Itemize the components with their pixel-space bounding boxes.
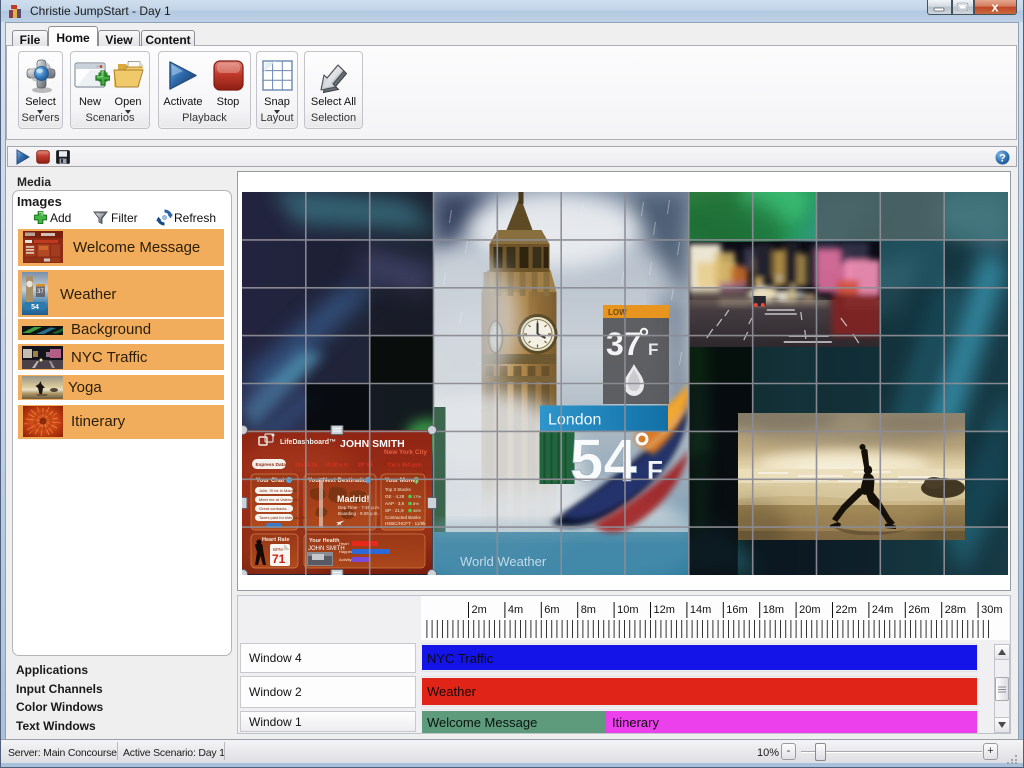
svg-text:Activity: Activity	[339, 557, 352, 562]
svg-text:SP · 21,9: SP · 21,9	[385, 508, 404, 513]
svg-text:09:00 a.m.: 09:00 a.m.	[325, 463, 350, 469]
svg-text:71: 71	[272, 552, 286, 566]
svg-text:46%: 46%	[413, 508, 421, 513]
svg-text:F: F	[648, 340, 658, 359]
svg-text:18m: 18m	[763, 604, 784, 616]
svg-text:Heart Rate: Heart Rate	[262, 537, 290, 543]
svg-text:12m: 12m	[654, 604, 675, 616]
svg-text:30m: 30m	[981, 604, 1002, 616]
svg-text:Itinerary: Itinerary	[612, 715, 659, 730]
svg-text:2m: 2m	[472, 604, 487, 616]
svg-text:LifeDashboard™: LifeDashboard™	[280, 439, 336, 446]
svg-text:14m: 14m	[690, 604, 711, 616]
svg-text:8m: 8m	[581, 604, 596, 616]
svg-text:Dep.Time · 7:46 p.m.: Dep.Time · 7:46 p.m.	[338, 505, 380, 510]
svg-text:17%: 17%	[413, 494, 421, 499]
svg-text:Contracted Banks: Contracted Banks	[385, 515, 422, 520]
svg-text:22m: 22m	[836, 604, 857, 616]
svg-text:London: London	[548, 412, 601, 429]
svg-text:$: $	[414, 476, 419, 485]
svg-text:20m: 20m	[799, 604, 820, 616]
svg-text:54: 54	[31, 304, 39, 311]
svg-text:New York City: New York City	[384, 449, 427, 456]
svg-text:10m: 10m	[617, 604, 638, 616]
svg-text:x: x	[991, 0, 999, 13]
svg-text:Madrid!: Madrid!	[337, 494, 370, 504]
svg-text:37: 37	[37, 289, 44, 295]
svg-text:Cal o 464 ppm: Cal o 464 ppm	[388, 463, 422, 469]
svg-text:HSBC/HCFT · 11/9k: HSBC/HCFT · 11/9k	[385, 521, 426, 526]
svg-text:6m: 6m	[544, 604, 559, 616]
svg-text:8%: 8%	[413, 501, 419, 506]
svg-text:GE · 4,28: GE · 4,28	[385, 494, 405, 499]
svg-text:Top 3 Stocks: Top 3 Stocks	[385, 487, 412, 492]
svg-text:Taxes paid for kids' say HI: Taxes paid for kids' say HI	[259, 515, 305, 520]
svg-text:24m: 24m	[872, 604, 893, 616]
svg-text:Boarding · 9:26 p.m.: Boarding · 9:26 p.m.	[338, 511, 379, 516]
svg-text:Express Data: Express Data	[256, 462, 287, 468]
svg-text:AAP · 3,6: AAP · 3,6	[385, 501, 405, 506]
svg-text:16m: 16m	[726, 604, 747, 616]
svg-text:Julie, I'll be in Madrid!: Julie, I'll be in Madrid!	[259, 488, 297, 493]
svg-text:Meet me at Valencia's!: Meet me at Valencia's!	[259, 497, 299, 502]
svg-text:NYC Traffic: NYC Traffic	[427, 651, 494, 666]
svg-text:28m: 28m	[945, 604, 966, 616]
svg-text:World Weather: World Weather	[460, 554, 547, 569]
svg-text:Weather: Weather	[427, 684, 477, 699]
svg-text:Heart: Heart	[339, 541, 350, 546]
svg-text:26m: 26m	[908, 604, 929, 616]
svg-text:?: ?	[999, 153, 1006, 165]
svg-text:Great contracts...: Great contracts...	[259, 506, 290, 511]
svg-text:4m: 4m	[508, 604, 523, 616]
svg-text:Your Health: Your Health	[309, 538, 340, 544]
svg-text:F: F	[647, 455, 663, 485]
svg-text:Welcome Message: Welcome Message	[427, 715, 537, 730]
svg-text:37: 37	[606, 326, 642, 362]
svg-text:29° 85: 29° 85	[358, 463, 373, 469]
svg-text:54: 54	[570, 427, 637, 494]
